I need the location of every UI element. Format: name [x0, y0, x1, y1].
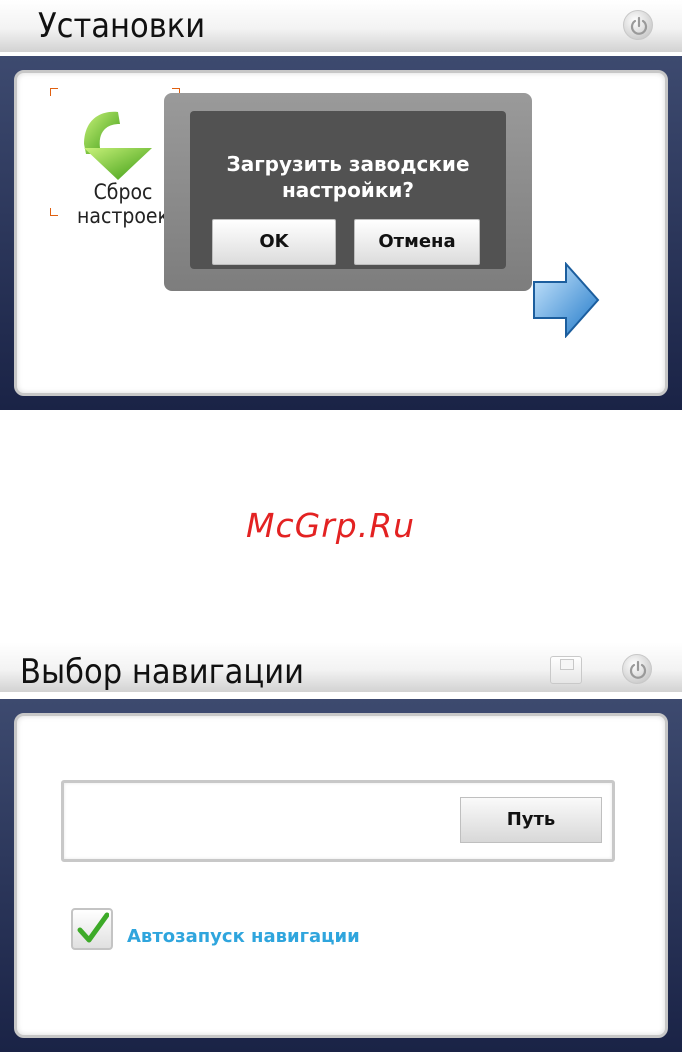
checkmark-icon: [77, 912, 109, 943]
power-icon[interactable]: [623, 10, 653, 40]
arrow-down-icon: [84, 111, 152, 180]
path-button[interactable]: Путь: [460, 797, 602, 843]
dialog-message: Загрузить заводские настройки?: [226, 152, 470, 202]
reset-settings-tile[interactable]: Сброс настроек: [50, 88, 180, 228]
selection-corner: [50, 208, 58, 216]
title-bar: Установки: [0, 0, 682, 52]
ok-button[interactable]: OK: [212, 219, 336, 265]
next-arrow-icon[interactable]: [532, 262, 600, 338]
page-title: Установки: [38, 6, 206, 46]
reset-confirm-dialog: Загрузить заводские настройки? OK Отмена: [164, 93, 532, 291]
content-panel: Путь Автозапуск навигации: [14, 713, 668, 1038]
selection-corner: [50, 88, 58, 96]
content-frame: Путь Автозапуск навигации: [0, 699, 682, 1052]
path-field[interactable]: Путь: [61, 780, 615, 862]
cancel-button[interactable]: Отмена: [354, 219, 480, 265]
settings-screen: Установки Сброс настроек Загрузить завод…: [0, 0, 682, 410]
title-bar: Выбор навигации: [0, 642, 682, 692]
dialog-body: Загрузить заводские настройки? OK Отмена: [190, 111, 506, 269]
navigation-select-screen: Выбор навигации Путь Автозапуск навигаци…: [0, 642, 682, 1052]
page-title: Выбор навигации: [20, 652, 305, 692]
watermark: McGrp.Ru: [246, 506, 416, 545]
autostart-label[interactable]: Автозапуск навигации: [127, 926, 360, 947]
save-icon[interactable]: [550, 656, 582, 684]
autostart-checkbox[interactable]: [71, 908, 113, 950]
power-icon[interactable]: [622, 654, 652, 684]
